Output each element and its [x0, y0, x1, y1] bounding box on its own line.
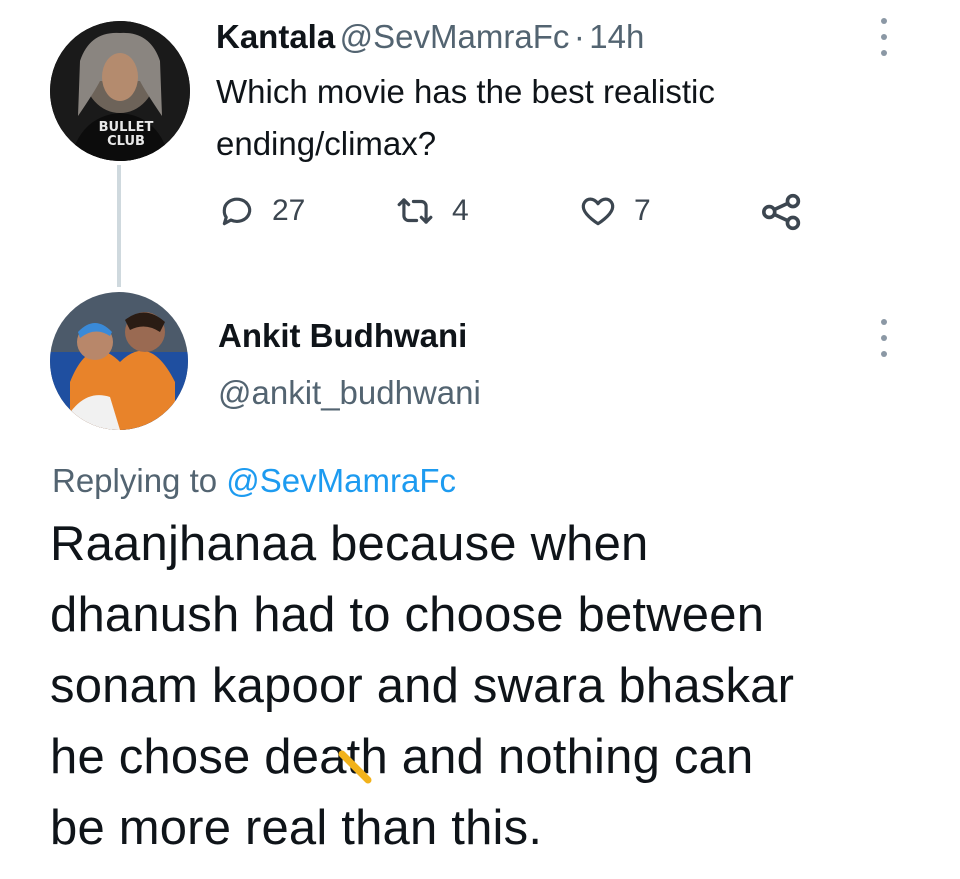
reply-text: Raanjhanaa because when dhanush had to c… — [50, 509, 794, 864]
reply-text-line: sonam kapoor and swara bhaskar — [50, 659, 795, 713]
like-action[interactable]: 7 — [578, 192, 651, 230]
tweet-text-line: ending/climax? — [216, 125, 437, 162]
share-icon — [762, 193, 801, 231]
share-action[interactable] — [760, 192, 804, 237]
retweet-icon — [397, 198, 433, 224]
replying-to-line: Replying to @SevMamraFc — [52, 462, 456, 500]
reply-author-avatar[interactable] — [50, 292, 188, 430]
tweet-author-name[interactable]: Kantala — [216, 18, 335, 55]
highlight-scribble-mark — [338, 750, 372, 784]
avatar-logo-line2: CLUB — [107, 134, 145, 149]
like-icon — [581, 197, 615, 226]
thread-connector-line — [117, 165, 121, 287]
retweet-count: 4 — [452, 194, 469, 227]
like-count: 7 — [634, 194, 651, 227]
avatar-logo-line1: BULLET — [98, 120, 154, 135]
retweet-action[interactable]: 4 — [394, 192, 469, 230]
tweet-author-avatar[interactable]: BULLET CLUB — [50, 21, 190, 161]
reply-count: 27 — [272, 194, 306, 227]
replying-to-handle-link[interactable]: @SevMamraFc — [226, 462, 456, 499]
tweet-separator: · — [573, 18, 585, 55]
reply-icon — [222, 197, 252, 226]
reply-more-icon[interactable] — [879, 319, 889, 357]
tweet-text: Which movie has the best realistic endin… — [216, 66, 715, 170]
reply-text-line: dhanush had to choose between — [50, 588, 765, 642]
avatar-photo — [50, 292, 188, 430]
reply-author-name[interactable]: Ankit Budhwani — [218, 314, 481, 358]
reply-action[interactable]: 27 — [218, 192, 305, 230]
avatar-logo-text: BULLET CLUB — [86, 121, 166, 149]
replying-to-prefix: Replying to — [52, 462, 218, 499]
reply-author-block: Ankit Budhwani @ankit_budhwani — [218, 314, 481, 415]
tweet-text-line: Which movie has the best realistic — [216, 73, 715, 110]
reply-text-line: Raanjhanaa because when — [50, 517, 649, 571]
tweet-timestamp[interactable]: 14h — [589, 18, 644, 55]
reply-text-line: be more real than this. — [50, 801, 543, 855]
reply-text-line: he chose death and nothing can — [50, 730, 754, 784]
tweet-more-icon[interactable] — [879, 18, 889, 56]
reply-author-handle[interactable]: @ankit_budhwani — [218, 371, 481, 415]
tweet-header: Kantala @SevMamraFc · 14h — [216, 18, 644, 56]
tweet-author-handle[interactable]: @SevMamraFc — [340, 18, 570, 55]
